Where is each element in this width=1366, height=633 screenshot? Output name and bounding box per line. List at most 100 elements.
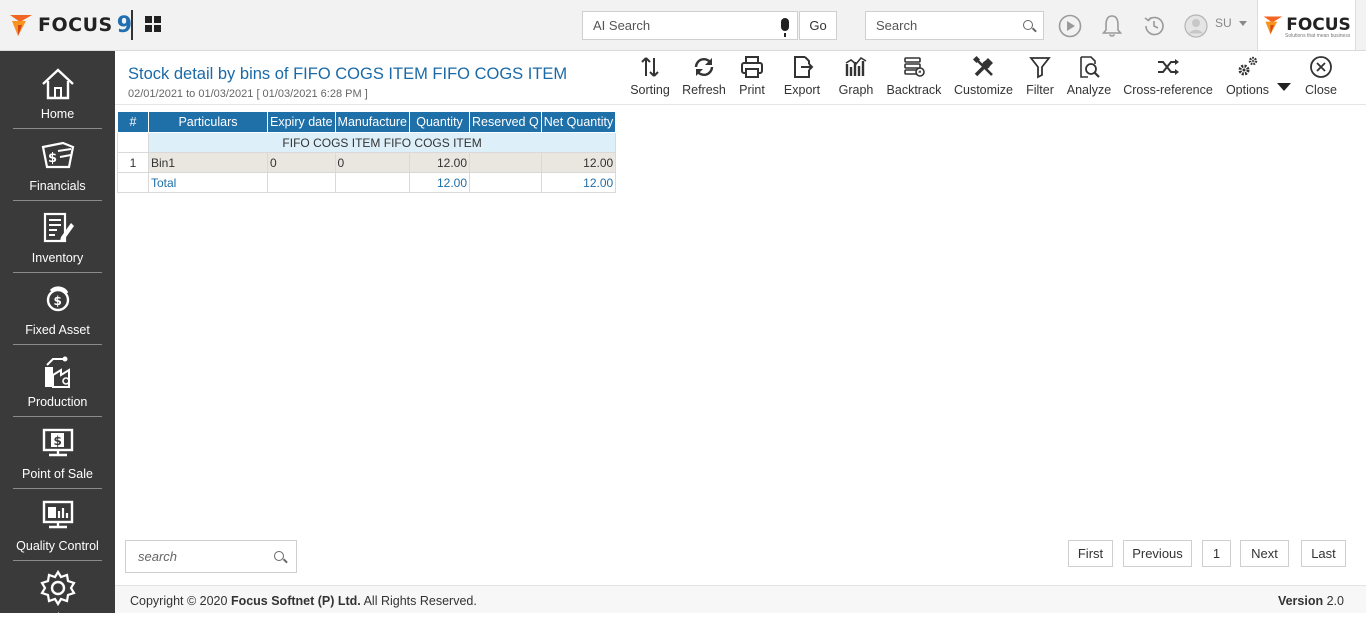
cell-expiry-date[interactable]: 0 xyxy=(267,152,336,173)
group-label[interactable]: FIFO COGS ITEM FIFO COGS ITEM xyxy=(147,132,617,153)
toolbar-label: Close xyxy=(1305,83,1337,97)
filter-icon xyxy=(1029,57,1051,79)
cell-manufacture[interactable]: 0 xyxy=(334,152,411,173)
column-header-net-quantity[interactable]: Net Quantity xyxy=(540,111,617,133)
toolbar-label: Backtrack xyxy=(886,83,942,97)
sidebar-item-label: Fixed Asset xyxy=(25,323,90,337)
sidebar-item-home[interactable]: Home xyxy=(13,57,102,129)
export-button[interactable]: Export xyxy=(782,55,822,97)
brand-text: FOCUS xyxy=(1286,15,1351,35)
inventory-icon xyxy=(43,212,74,243)
table-row[interactable]: 1 Bin1 0 0 12.00 12.00 xyxy=(117,152,617,173)
sidebar-item-label: Inventory xyxy=(31,251,84,265)
sorting-icon xyxy=(641,57,659,77)
user-avatar-icon[interactable] xyxy=(1183,13,1209,39)
print-button[interactable]: Print xyxy=(737,55,767,97)
sidebar-item-fixed-asset[interactable]: $ Fixed Asset xyxy=(13,273,102,345)
cell-particulars[interactable]: Bin1 xyxy=(148,152,268,173)
analyze-icon xyxy=(1080,56,1100,78)
graph-button[interactable]: Graph xyxy=(837,55,875,97)
ai-search-box xyxy=(582,11,798,40)
next-page-button[interactable]: Next xyxy=(1240,540,1289,567)
version-label: Version xyxy=(1277,594,1324,608)
sidebar: Home $ Financials Inventory $ Fixed Asse… xyxy=(0,51,115,625)
search-icon[interactable] xyxy=(274,551,284,561)
svg-text:$: $ xyxy=(54,294,62,308)
table-header-row: # Particulars Expiry date Manufacture Qu… xyxy=(117,111,617,133)
customize-button[interactable]: Customize xyxy=(953,55,1014,97)
backtrack-icon xyxy=(904,57,925,77)
column-header-particulars[interactable]: Particulars xyxy=(148,111,268,133)
sidebar-item-point-of-sale[interactable]: $ Point of Sale xyxy=(13,417,102,489)
first-page-button[interactable]: First xyxy=(1068,540,1113,567)
toolbar-label: Sorting xyxy=(630,83,670,97)
version-number: 2.0 xyxy=(1326,594,1344,608)
play-icon[interactable] xyxy=(1057,13,1083,39)
sidebar-item-label: Production xyxy=(27,395,88,409)
brand-tagline: Solutions that mean business xyxy=(1285,33,1351,39)
column-header-expiry-date[interactable]: Expiry date xyxy=(267,111,336,133)
sidebar-item-financials[interactable]: $ Financials xyxy=(13,129,102,201)
go-button[interactable]: Go xyxy=(799,11,837,40)
search-icon[interactable] xyxy=(1023,20,1033,30)
column-header-quantity[interactable]: Quantity xyxy=(409,111,471,133)
table-search-input[interactable] xyxy=(126,541,266,572)
report-table: # Particulars Expiry date Manufacture Qu… xyxy=(117,111,617,193)
cross-reference-button[interactable]: Cross-reference xyxy=(1123,55,1213,97)
ai-search-input[interactable] xyxy=(583,12,763,39)
options-dropdown-caret[interactable] xyxy=(1276,82,1292,92)
sidebar-item-settings[interactable]: Settings xyxy=(13,561,102,633)
print-icon xyxy=(741,56,763,78)
backtrack-button[interactable]: Backtrack xyxy=(886,55,942,97)
analyze-button[interactable]: Analyze xyxy=(1066,55,1112,97)
copyright-suffix: All Rights Reserved. xyxy=(360,594,477,608)
sidebar-item-inventory[interactable]: Inventory xyxy=(13,201,102,273)
last-page-button[interactable]: Last xyxy=(1301,540,1346,567)
options-icon xyxy=(1238,56,1257,76)
copyright-text: Copyright © 2020 Focus Softnet (P) Ltd. … xyxy=(130,594,477,608)
cell-reserved-quantity[interactable] xyxy=(469,152,542,173)
fixed-asset-icon: $ xyxy=(46,286,70,312)
user-menu-caret-icon[interactable] xyxy=(1239,21,1247,26)
close-icon xyxy=(1310,56,1332,78)
row-index: 1 xyxy=(117,152,149,173)
group-index-cell xyxy=(117,132,149,153)
options-button[interactable]: Options xyxy=(1225,55,1270,97)
toolbar-label: Analyze xyxy=(1066,83,1112,97)
home-icon xyxy=(42,68,74,100)
report-date-range: 02/01/2021 to 01/03/2021 [ 01/03/2021 6:… xyxy=(128,88,368,100)
cross-reference-icon xyxy=(1158,59,1179,75)
filter-button[interactable]: Filter xyxy=(1025,55,1055,97)
history-icon[interactable] xyxy=(1141,13,1167,39)
close-button[interactable]: Close xyxy=(1303,55,1339,97)
sidebar-item-label: Point of Sale xyxy=(22,467,93,481)
svg-text:$: $ xyxy=(48,151,57,166)
graph-icon xyxy=(845,56,867,76)
user-initials[interactable]: SU xyxy=(1215,16,1232,30)
app-grid-icon[interactable] xyxy=(145,16,161,32)
cell-quantity[interactable]: 12.00 xyxy=(409,152,471,173)
refresh-button[interactable]: Refresh xyxy=(682,55,726,97)
previous-page-button[interactable]: Previous xyxy=(1123,540,1192,567)
sorting-button[interactable]: Sorting xyxy=(629,55,671,97)
column-header-index[interactable]: # xyxy=(117,111,149,133)
bell-icon[interactable] xyxy=(1099,13,1125,39)
cell-net-quantity[interactable]: 12.00 xyxy=(540,152,617,173)
header-divider xyxy=(131,10,133,40)
total-index-cell xyxy=(117,172,149,193)
logo-text: FOCUS xyxy=(38,14,113,36)
global-search-input[interactable] xyxy=(866,12,1016,39)
focus9-logo[interactable]: FOCUS 9 xyxy=(8,12,133,38)
sidebar-item-production[interactable]: Production xyxy=(13,345,102,417)
top-bar: FOCUS 9 Go SU FOCUS xyxy=(0,0,1366,51)
customize-icon xyxy=(972,55,993,77)
microphone-icon[interactable] xyxy=(781,18,789,37)
column-header-manufacture[interactable]: Manufacture xyxy=(334,111,411,133)
total-label: Total xyxy=(148,172,268,193)
current-page-indicator[interactable]: 1 xyxy=(1202,540,1231,567)
total-expiry-cell xyxy=(267,172,336,193)
toolbar-label: Export xyxy=(783,83,821,97)
sidebar-item-quality-control[interactable]: Quality Control xyxy=(13,489,102,561)
column-header-reserved-quantity[interactable]: Reserved Q xyxy=(469,111,542,133)
total-row: Total 12.00 12.00 xyxy=(117,172,617,193)
